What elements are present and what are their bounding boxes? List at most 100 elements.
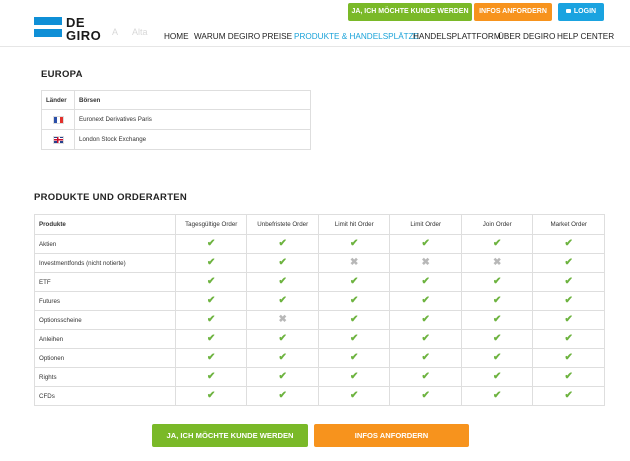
order-type-cell: ✔ <box>532 386 605 406</box>
order-type-cell: ✔ <box>174 367 248 387</box>
table-row: Anleihen ✔ ✔ ✔ ✔ ✔ ✔ <box>34 329 605 349</box>
checkmark-icon: ✔ <box>278 257 287 268</box>
checkmark-icon: ✔ <box>421 295 430 306</box>
checkmark-icon: ✔ <box>564 333 573 344</box>
checkmark-icon: ✔ <box>421 333 430 344</box>
order-type-cell: ✔ <box>174 329 248 349</box>
checkmark-icon: ✔ <box>493 352 502 363</box>
column-header: Produkte <box>34 214 176 235</box>
checkmark-icon: ✔ <box>493 333 502 344</box>
checkmark-icon: ✔ <box>421 352 430 363</box>
table-row: Futures ✔ ✔ ✔ ✔ ✔ ✔ <box>34 291 605 311</box>
order-type-cell: ✔ <box>246 291 319 311</box>
bottom-signup-button[interactable]: JA, ICH MÖCHTE KUNDE WERDEN <box>152 424 308 447</box>
table-row: CFDs ✔ ✔ ✔ ✔ ✔ ✔ <box>34 386 605 406</box>
order-type-cell: ✔ <box>246 234 319 254</box>
order-type-cell: ✔ <box>532 329 605 349</box>
order-type-cell: ✔ <box>246 272 319 292</box>
table-row: Optionsscheine ✔ ✖ ✔ ✔ ✔ ✔ <box>34 310 605 330</box>
order-type-cell: ✔ <box>389 310 462 330</box>
checkmark-icon: ✔ <box>493 314 502 325</box>
order-type-cell: ✔ <box>246 386 319 406</box>
table-row: Optionen ✔ ✔ ✔ ✔ ✔ ✔ <box>34 348 605 368</box>
product-name: Futures <box>34 291 176 311</box>
checkmark-icon: ✔ <box>493 371 502 382</box>
product-name: CFDs <box>34 386 176 406</box>
order-type-cell: ✔ <box>532 367 605 387</box>
order-type-cell: ✔ <box>460 386 534 406</box>
checkmark-icon: ✔ <box>421 276 430 287</box>
product-name: Optionsscheine <box>34 310 176 330</box>
exchange-name: Euronext Derivatives Paris <box>74 109 311 130</box>
checkmark-icon: ✔ <box>207 371 216 382</box>
product-name: Investmentfonds (nicht notierte) <box>34 253 176 273</box>
checkmark-icon: ✔ <box>350 238 359 249</box>
nav-handelsplattform[interactable]: HANDELSPLATTFORM <box>413 32 501 41</box>
checkmark-icon: ✔ <box>207 295 216 306</box>
top-info-button[interactable]: INFOS ANFORDERN <box>474 3 552 21</box>
column-header: Börsen <box>74 90 311 110</box>
uk-flag-icon <box>41 129 75 150</box>
nav-help-center[interactable]: HELP CENTER <box>557 32 614 41</box>
product-name: Aktien <box>34 234 176 254</box>
column-header: Market Order <box>532 214 605 235</box>
nav-ueber-degiro[interactable]: ÜBER DEGIRO <box>498 32 555 41</box>
checkmark-icon: ✔ <box>421 314 430 325</box>
order-type-cell: ✔ <box>389 329 462 349</box>
checkmark-icon: ✔ <box>278 333 287 344</box>
nav-produkte-handelsplaetze[interactable]: PRODUKTE & HANDELSPLÄTZE <box>294 32 419 41</box>
checkmark-icon: ✔ <box>278 371 287 382</box>
lock-icon <box>565 9 571 13</box>
order-type-cell: ✔ <box>460 367 534 387</box>
top-login-button[interactable]: LOGIN <box>558 3 604 21</box>
order-type-cell: ✔ <box>246 348 319 368</box>
login-label: LOGIN <box>573 8 597 15</box>
logo-bar <box>34 29 62 37</box>
top-signup-button[interactable]: JA, ICH MÖCHTE KUNDE WERDEN <box>348 3 472 21</box>
exchange-name: London Stock Exchange <box>74 129 311 150</box>
checkmark-icon: ✔ <box>493 295 502 306</box>
table-row: London Stock Exchange <box>41 129 311 150</box>
nav-preise[interactable]: PREISE <box>262 32 292 41</box>
order-type-cell: ✖ <box>317 253 391 273</box>
products-title: PRODUKTE UND ORDERARTEN <box>34 192 188 203</box>
order-type-cell: ✔ <box>532 310 605 330</box>
table-row: Euronext Derivatives Paris <box>41 109 311 130</box>
ghost-text: A <box>112 27 119 37</box>
degiro-logo[interactable]: DE GIRO <box>34 15 101 43</box>
checkmark-icon: ✔ <box>278 238 287 249</box>
checkmark-icon: ✔ <box>493 276 502 287</box>
order-type-cell: ✔ <box>532 234 605 254</box>
table-row: ETF ✔ ✔ ✔ ✔ ✔ ✔ <box>34 272 605 292</box>
order-type-cell: ✔ <box>389 348 462 368</box>
checkmark-icon: ✔ <box>207 257 216 268</box>
checkmark-icon: ✔ <box>278 276 287 287</box>
order-type-cell: ✔ <box>317 310 391 330</box>
cross-icon: ✖ <box>278 314 287 325</box>
checkmark-icon: ✔ <box>350 295 359 306</box>
checkmark-icon: ✔ <box>350 314 359 325</box>
products-table: Produkte Tagesgültige Order Unbefristete… <box>34 214 605 406</box>
checkmark-icon: ✔ <box>564 352 573 363</box>
order-type-cell: ✔ <box>317 367 391 387</box>
checkmark-icon: ✔ <box>207 276 216 287</box>
table-row: Aktien ✔ ✔ ✔ ✔ ✔ ✔ <box>34 234 605 254</box>
bottom-info-button[interactable]: INFOS ANFORDERN <box>314 424 469 447</box>
checkmark-icon: ✔ <box>493 390 502 401</box>
order-type-cell: ✔ <box>317 291 391 311</box>
checkmark-icon: ✔ <box>350 352 359 363</box>
checkmark-icon: ✔ <box>278 390 287 401</box>
order-type-cell: ✔ <box>317 234 391 254</box>
nav-warum-degiro[interactable]: WARUM DEGIRO <box>194 32 260 41</box>
order-type-cell: ✖ <box>460 253 534 273</box>
order-type-cell: ✔ <box>460 272 534 292</box>
order-type-cell: ✔ <box>317 348 391 368</box>
order-type-cell: ✔ <box>246 367 319 387</box>
table-header-row: Produkte Tagesgültige Order Unbefristete… <box>34 214 605 235</box>
order-type-cell: ✔ <box>174 272 248 292</box>
order-type-cell: ✔ <box>532 348 605 368</box>
nav-home[interactable]: HOME <box>164 32 189 41</box>
order-type-cell: ✖ <box>246 310 319 330</box>
france-flag-icon <box>41 109 75 130</box>
checkmark-icon: ✔ <box>207 238 216 249</box>
